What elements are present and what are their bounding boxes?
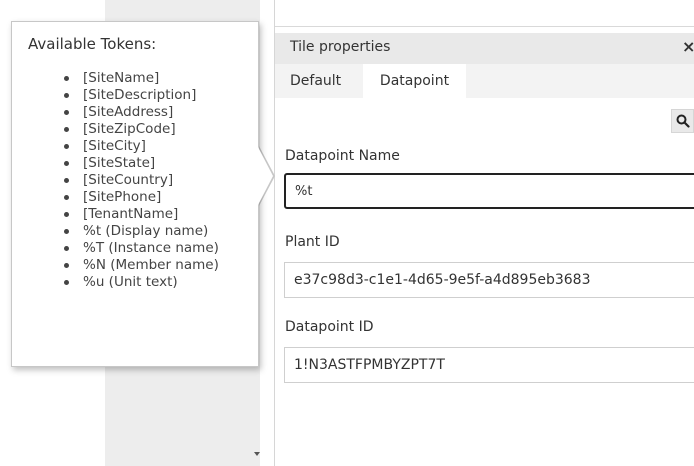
tooltip-pointer-fill [258, 147, 273, 205]
token-text: [SiteDescription] [83, 87, 197, 103]
tab-default[interactable]: Default [290, 64, 341, 98]
token-text: %T (Instance name) [83, 240, 219, 256]
bullet-icon [64, 144, 69, 149]
bullet-icon [64, 76, 69, 81]
token-text: [SiteZipCode] [83, 121, 176, 137]
token-text: [SiteName] [83, 70, 160, 86]
token-text: %N (Member name) [83, 257, 219, 273]
scroll-gutter[interactable] [260, 0, 275, 466]
token-text: [TenantName] [83, 206, 179, 222]
token-item: [SiteDescription] [12, 87, 219, 104]
tab-bar: Default Datapoint [275, 64, 694, 98]
token-item: [TenantName] [12, 206, 219, 223]
token-text: [SiteAddress] [83, 104, 174, 120]
panel-header: Tile properties × [275, 33, 694, 64]
token-list: [SiteName] [SiteDescription] [SiteAddres… [12, 70, 219, 291]
bullet-icon [64, 280, 69, 285]
token-text: [SiteCity] [83, 138, 146, 154]
token-item: [SitePhone] [12, 189, 219, 206]
bullet-icon [64, 195, 69, 200]
bullet-icon [64, 178, 69, 183]
bullet-icon [64, 161, 69, 166]
divider [275, 26, 694, 27]
datapoint-id-field[interactable]: 1!N3ASTFPMBYZPT7T [284, 347, 694, 383]
token-text: %u (Unit text) [83, 274, 178, 290]
search-button[interactable] [671, 109, 694, 133]
plant-id-field[interactable]: e37c98d3-c1e1-4d65-9e5f-a4d895eb3683 [284, 262, 694, 298]
token-item: [SiteCountry] [12, 172, 219, 189]
plant-id-label: Plant ID [285, 234, 340, 250]
token-item: [SiteZipCode] [12, 121, 219, 138]
search-icon [676, 114, 690, 128]
close-icon[interactable]: × [682, 37, 694, 56]
token-text: [SiteCountry] [83, 172, 174, 188]
tooltip-title: Available Tokens: [28, 35, 157, 53]
bullet-icon [64, 229, 69, 234]
tile-properties-panel: Tile properties × Default Datapoint Data… [275, 0, 694, 466]
token-text: [SitePhone] [83, 189, 162, 205]
bullet-icon [64, 110, 69, 115]
token-text: %t (Display name) [83, 223, 209, 239]
datapoint-id-label: Datapoint ID [285, 319, 374, 335]
datapoint-name-input[interactable] [284, 173, 694, 209]
bullet-icon [64, 212, 69, 217]
bullet-icon [64, 93, 69, 98]
token-text: [SiteState] [83, 155, 156, 171]
token-item: %u (Unit text) [12, 274, 219, 291]
chevron-down-icon[interactable] [254, 452, 260, 456]
token-item: %T (Instance name) [12, 240, 219, 257]
panel-title: Tile properties [290, 39, 391, 55]
token-item: [SiteName] [12, 70, 219, 87]
token-item: %N (Member name) [12, 257, 219, 274]
bullet-icon [64, 127, 69, 132]
token-item: %t (Display name) [12, 223, 219, 240]
bullet-icon [64, 246, 69, 251]
bullet-icon [64, 263, 69, 268]
token-item: [SiteAddress] [12, 104, 219, 121]
available-tokens-tooltip: Available Tokens: [SiteName] [SiteDescri… [11, 21, 259, 367]
datapoint-name-label: Datapoint Name [285, 148, 400, 164]
tab-datapoint[interactable]: Datapoint [363, 64, 466, 98]
token-item: [SiteCity] [12, 138, 219, 155]
token-item: [SiteState] [12, 155, 219, 172]
